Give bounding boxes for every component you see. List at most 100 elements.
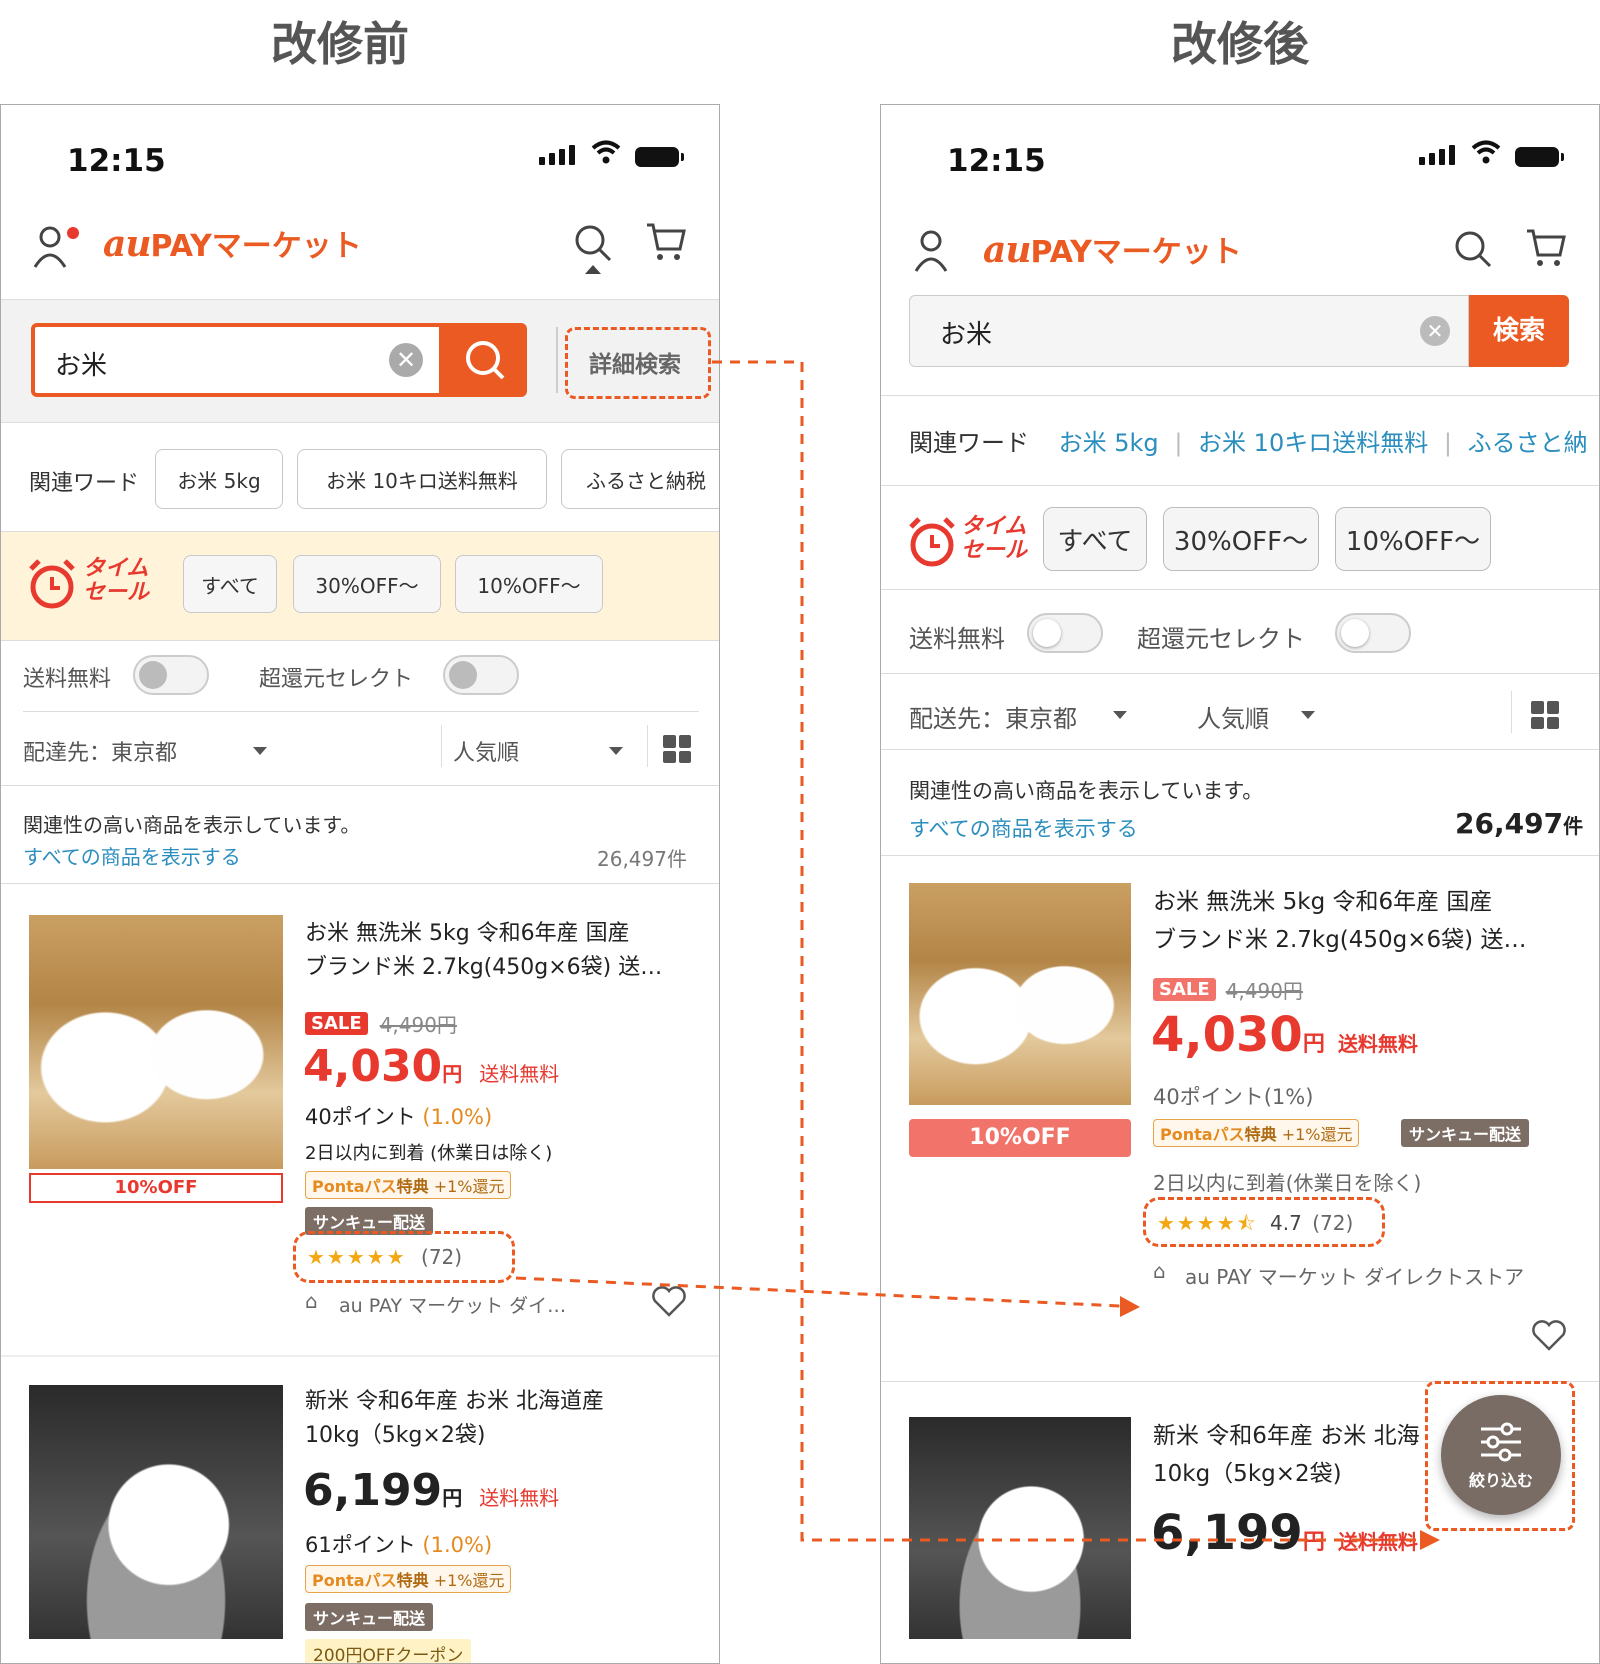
ponta-a: Ponta (1160, 1125, 1213, 1144)
search-icon[interactable] (573, 223, 613, 267)
free-shipping-toggle[interactable] (1027, 613, 1103, 653)
signal-icon (1419, 145, 1455, 165)
delivery-note: 2日以内に到着(休業日を除く) (1153, 1171, 1422, 1195)
phone-after: 12:15 auPAYマーケット お米 ✕ 検索 関連ワード お米 5kg | … (880, 104, 1600, 1664)
alarm-clock-icon (907, 515, 957, 575)
ponta-badge: Pontaパス特典 +1%還元 (305, 1171, 512, 1199)
heart-icon[interactable] (1531, 1319, 1567, 1355)
search-input[interactable]: お米 ✕ (909, 295, 1469, 367)
product-image[interactable] (29, 1385, 283, 1639)
highlight-rating-after (1143, 1197, 1385, 1247)
timesale-chip-all[interactable]: すべて (1043, 507, 1147, 571)
battery-icon (1515, 147, 1564, 167)
divider (881, 589, 1599, 590)
ponta-b: パス (1212, 1125, 1245, 1144)
aupay-market-logo[interactable]: auPAYマーケット (983, 227, 1242, 271)
delivery-select[interactable]: 配達先：東京都 (23, 735, 177, 767)
timesale-line1: タイム (961, 514, 1027, 539)
aupay-market-logo[interactable]: auPAYマーケット (103, 221, 362, 265)
clear-icon[interactable]: ✕ (389, 343, 423, 377)
relevance-note: 関連性の高い商品を表示しています。 (909, 779, 1264, 803)
divider (881, 485, 1599, 486)
free-shipping-toggle[interactable] (133, 655, 209, 695)
shop-name[interactable]: au PAY マーケット ダイレクトストア (1185, 1261, 1524, 1290)
sort-select[interactable]: 人気順 (1197, 699, 1269, 734)
product-title-line2: ブランド米 2.7kg(450g×6袋) 送… (1153, 927, 1527, 953)
ponta-d: +1%還元 (1281, 1125, 1353, 1144)
original-price: 4,490円 (1225, 979, 1303, 1003)
sort-select[interactable]: 人気順 (453, 735, 519, 767)
timesale-chip-all[interactable]: すべて (183, 555, 277, 613)
timesale-chip-30[interactable]: 30%OFF〜 (293, 555, 441, 613)
delivery-select[interactable]: 配送先：東京都 (909, 699, 1077, 734)
logo-au: au (103, 223, 151, 265)
divider (556, 327, 558, 393)
grid-view-icon[interactable] (1531, 701, 1559, 729)
original-price: 4,490円 (379, 1013, 457, 1037)
delivery-note: 2日以内に到着 (休業日は除く) (305, 1143, 553, 1164)
ponta-badge: Pontaパス特典 +1%還元 (305, 1565, 512, 1593)
related-chip-1[interactable]: お米 5kg (155, 449, 283, 509)
product-title[interactable]: お米 無洗米 5kg 令和6年産 国産 ブランド米 2.7kg(450g×6袋)… (305, 917, 701, 985)
timesale-chip-10[interactable]: 10%OFF〜 (1335, 507, 1491, 571)
product-image[interactable] (909, 1417, 1131, 1639)
search-submit-button[interactable] (443, 323, 527, 397)
timesale-chip-10[interactable]: 10%OFF〜 (455, 555, 603, 613)
chevron-down-icon (1113, 711, 1127, 719)
account-icon[interactable] (913, 229, 953, 277)
relevance-note: 関連性の高い商品を表示しています。 (23, 813, 361, 837)
clear-icon[interactable]: ✕ (1420, 316, 1450, 346)
ponta-d: +1%還元 (433, 1571, 505, 1590)
logo-text: PAYマーケット (1030, 235, 1242, 270)
product-image[interactable] (29, 915, 283, 1169)
product-title[interactable]: お米 無洗米 5kg 令和6年産 国産 ブランド米 2.7kg(450g×6袋)… (1153, 883, 1573, 959)
price-value: 6,199 (303, 1465, 443, 1516)
chevron-down-icon (609, 747, 623, 755)
search-input[interactable]: お米 ✕ (31, 323, 443, 397)
points-text: 40ポイント (305, 1105, 416, 1129)
search-icon (466, 341, 505, 380)
search-submit-button[interactable]: 検索 (1469, 295, 1569, 367)
result-count: 26,497件 (597, 847, 687, 871)
account-icon[interactable] (33, 225, 81, 273)
related-link-2[interactable]: お米 10キロ送料無料 (1198, 429, 1428, 457)
related-label: 関連ワード (909, 429, 1029, 457)
cart-icon[interactable] (645, 221, 687, 267)
points-rate: (1.0%) (422, 1533, 493, 1557)
super-return-toggle[interactable] (443, 655, 519, 695)
cart-icon[interactable] (1525, 227, 1567, 273)
ponta-a: Ponta (312, 1571, 365, 1590)
search-query: お米 (55, 351, 108, 381)
product-image[interactable] (909, 883, 1131, 1105)
separator: | (1174, 429, 1183, 457)
timesale-logo: タイム セール (83, 557, 149, 605)
divider (1, 785, 719, 786)
thankyou-delivery-badge: サンキュー配送 (1401, 1119, 1530, 1147)
search-icon[interactable] (1453, 229, 1493, 273)
status-time: 12:15 (947, 143, 1046, 179)
related-link-3[interactable]: ふるさと納 (1468, 429, 1588, 457)
related-chip-2[interactable]: お米 10キロ送料無料 (297, 449, 547, 509)
shop-name[interactable]: au PAY マーケット ダイ… (339, 1291, 566, 1318)
timesale-chip-30[interactable]: 30%OFF〜 (1163, 507, 1319, 571)
price-value: 4,030 (303, 1041, 443, 1092)
wifi-icon (1471, 139, 1501, 169)
super-return-toggle[interactable] (1335, 613, 1411, 653)
related-link-1[interactable]: お米 5kg (1059, 429, 1159, 457)
product-title-line1: お米 無洗米 5kg 令和6年産 国産 (305, 921, 630, 946)
price-value: 4,030 (1151, 1007, 1303, 1063)
battery-icon (635, 147, 684, 167)
search-caret-icon (585, 265, 601, 274)
show-all-link[interactable]: すべての商品を表示する (23, 841, 241, 870)
product-title-line2: 10kg（5kg×2袋) (305, 1423, 486, 1448)
heading-before: 改修前 (271, 17, 409, 71)
points-text: 61ポイント (305, 1533, 416, 1557)
ponta-c: 特典 (1244, 1125, 1277, 1144)
grid-view-icon[interactable] (663, 735, 691, 763)
related-chip-3[interactable]: ふるさと納税 (561, 449, 719, 509)
divider (881, 395, 1599, 396)
heart-icon[interactable] (651, 1285, 687, 1321)
product-title[interactable]: 新米 令和6年産 お米 北海道産 10kg（5kg×2袋) (305, 1385, 701, 1453)
free-shipping-text: 送料無料 (479, 1062, 560, 1086)
show-all-link[interactable]: すべての商品を表示する (909, 813, 1138, 843)
